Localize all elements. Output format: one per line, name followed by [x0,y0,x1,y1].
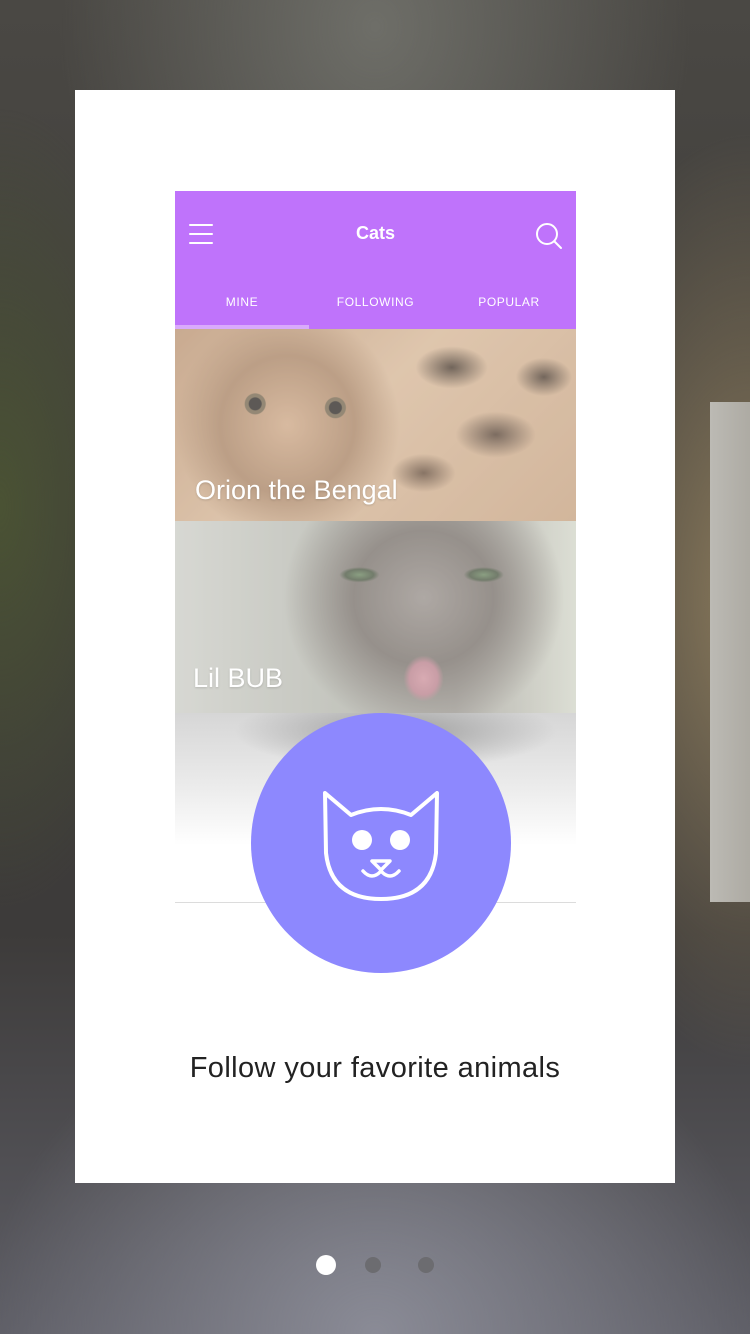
app-bar: Cats MINE FOLLOWING POPULAR [175,191,576,329]
feed-item-label: Orion the Bengal [195,475,398,505]
page-dot-3[interactable] [418,1257,434,1273]
search-icon[interactable] [535,222,563,250]
page-dot-2[interactable] [365,1257,381,1273]
tab-following[interactable]: FOLLOWING [309,295,442,327]
cat-badge [251,713,511,973]
onboarding-caption: Follow your favorite animals [189,1052,561,1084]
tab-mine[interactable]: MINE [175,295,309,327]
feed-item-label: Lil BUB [193,663,284,693]
feed-item-orion[interactable]: Orion the Bengal [175,329,576,521]
cat-face-icon [323,791,439,901]
page-dot-1[interactable] [316,1255,336,1275]
feed-item-lil-bub[interactable]: Lil BUB [175,521,576,713]
tab-bar: MINE FOLLOWING POPULAR [175,295,576,327]
page-indicator [0,1255,750,1275]
app-title: Cats [355,223,395,243]
onboarding-card: Cats MINE FOLLOWING POPULAR Orion the Be… [75,90,675,1183]
next-page-card-peek[interactable] [710,402,750,902]
tab-popular[interactable]: POPULAR [442,295,576,327]
